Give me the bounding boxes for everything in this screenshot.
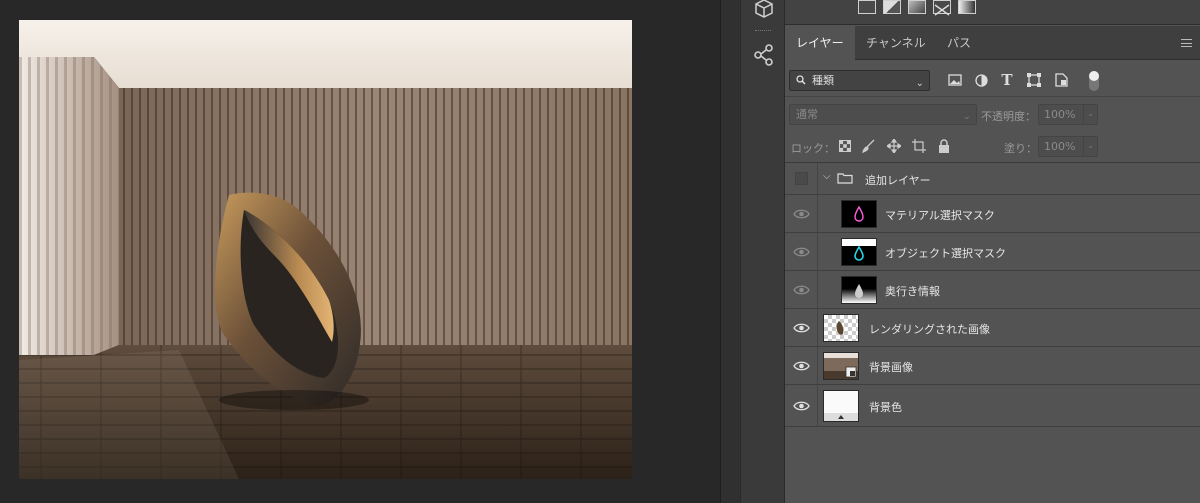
- eye-icon[interactable]: [793, 246, 810, 258]
- layer-row-rendered-image[interactable]: レンダリングされた画像: [785, 309, 1200, 347]
- layer-thumbnail: [823, 390, 859, 422]
- canvas-area: [0, 0, 720, 503]
- layer-row-background-image[interactable]: 背景画像: [785, 347, 1200, 385]
- visibility-column[interactable]: [785, 195, 818, 232]
- share-icon[interactable]: [751, 42, 777, 68]
- lock-label: ロック：: [791, 142, 835, 155]
- layer-name: 追加レイヤー: [865, 174, 931, 187]
- fill-label: 塗り：: [1004, 142, 1037, 155]
- layer-row-material-mask[interactable]: マテリアル選択マスク: [785, 195, 1200, 233]
- lock-image-icon[interactable]: [862, 139, 876, 153]
- adjustments-strip: [785, 0, 1200, 25]
- opacity-field[interactable]: 100% ⌄: [1038, 104, 1098, 125]
- fill-field[interactable]: 100% ⌄: [1038, 136, 1098, 157]
- filter-kind-select[interactable]: 種類 ⌄: [789, 70, 930, 91]
- visibility-column[interactable]: [785, 233, 818, 270]
- image-filter-icon[interactable]: [946, 71, 964, 89]
- folder-icon: [837, 173, 853, 184]
- filter-toggle[interactable]: [1089, 71, 1099, 91]
- layer-name: オブジェクト選択マスク: [885, 247, 1006, 260]
- layer-row-object-mask[interactable]: オブジェクト選択マスク: [785, 233, 1200, 271]
- opacity-label: 不透明度：: [981, 110, 1036, 123]
- chevron-down-icon[interactable]: ⌵: [823, 171, 831, 182]
- layer-thumbnail: [823, 352, 859, 380]
- layer-list: ⌵ 追加レイヤー マテリアル選択マスク オブジェクト選択マスク 奥行き情報 レン…: [785, 163, 1200, 427]
- eye-icon[interactable]: [793, 208, 810, 220]
- blend-mode-select[interactable]: 通常 ⌄: [789, 104, 977, 125]
- filter-kind-value: 種類: [812, 74, 834, 87]
- tab-layers[interactable]: レイヤー: [785, 26, 855, 60]
- lock-row: ロック： 塗り： 100% ⌄: [785, 131, 1200, 163]
- panel-menu-icon[interactable]: [1181, 39, 1192, 47]
- layer-filter-row: 種類 ⌄ T: [785, 61, 1200, 97]
- layer-row-depth[interactable]: 奥行き情報: [785, 271, 1200, 309]
- visibility-empty-box[interactable]: [795, 172, 808, 185]
- photoshop-window: レイヤー チャンネル パス 種類 ⌄ T 通常 ⌄ 不透明度： 100% ⌄ ロ…: [0, 0, 1200, 503]
- layer-thumbnail: [841, 238, 877, 266]
- chevron-down-icon: ⌄: [915, 78, 924, 89]
- adjustment-curves-icon[interactable]: [883, 0, 901, 14]
- eye-icon[interactable]: [793, 360, 810, 372]
- chevron-down-icon[interactable]: ⌄: [1083, 105, 1097, 124]
- search-icon: [796, 75, 806, 85]
- panel-divider[interactable]: [720, 0, 740, 503]
- eye-icon[interactable]: [793, 284, 810, 296]
- visibility-column[interactable]: [785, 347, 818, 384]
- blend-mode-value: 通常: [796, 108, 818, 121]
- layer-name: 背景色: [869, 401, 902, 414]
- adjustment-filter-icon[interactable]: [972, 71, 990, 89]
- collapsed-panel-strip: [740, 0, 785, 503]
- layer-name: 奥行き情報: [885, 285, 940, 298]
- eye-icon[interactable]: [793, 322, 810, 334]
- layer-row-background-color[interactable]: 背景色: [785, 385, 1200, 427]
- fill-value: 100%: [1044, 140, 1076, 153]
- adjustment-gradient-map-icon[interactable]: [958, 0, 976, 14]
- layers-panel: レイヤー チャンネル パス 種類 ⌄ T 通常 ⌄ 不透明度： 100% ⌄ ロ…: [785, 0, 1200, 503]
- adjustment-levels-icon[interactable]: [858, 0, 876, 14]
- chevron-down-icon: ⌄: [962, 111, 971, 122]
- tab-channels[interactable]: チャンネル: [855, 26, 937, 60]
- layer-name: マテリアル選択マスク: [885, 209, 995, 222]
- layer-row-group[interactable]: ⌵ 追加レイヤー: [785, 163, 1200, 195]
- opacity-value: 100%: [1044, 108, 1076, 121]
- rendered-scene: [19, 20, 632, 479]
- panel-tabs: レイヤー チャンネル パス: [785, 26, 1200, 60]
- 3d-cube-icon[interactable]: [751, 0, 777, 22]
- layer-name: 背景画像: [869, 361, 913, 374]
- lock-transparent-icon[interactable]: [838, 139, 852, 153]
- layer-thumbnail: [841, 200, 877, 228]
- document-image[interactable]: [19, 20, 632, 479]
- tab-paths[interactable]: パス: [936, 26, 982, 60]
- shape-filter-icon[interactable]: [1025, 71, 1043, 89]
- layer-thumbnail: [823, 314, 859, 342]
- layer-name: レンダリングされた画像: [869, 323, 990, 336]
- eye-icon[interactable]: [793, 400, 810, 412]
- lock-position-icon[interactable]: [887, 139, 901, 153]
- adjustment-exposure-icon[interactable]: [908, 0, 926, 14]
- panel-grip[interactable]: [755, 30, 771, 33]
- visibility-column[interactable]: [785, 309, 818, 346]
- visibility-column[interactable]: [785, 385, 818, 426]
- lock-all-icon[interactable]: [937, 139, 951, 153]
- chevron-down-icon[interactable]: ⌄: [1083, 137, 1097, 156]
- type-filter-icon[interactable]: T: [998, 71, 1016, 89]
- lock-artboard-icon[interactable]: [912, 139, 926, 153]
- smart-object-filter-icon[interactable]: [1052, 71, 1070, 89]
- layer-thumbnail: [841, 276, 877, 304]
- adjustment-channel-mixer-icon[interactable]: [933, 0, 951, 16]
- blend-row: 通常 ⌄ 不透明度： 100% ⌄: [785, 97, 1200, 131]
- visibility-column[interactable]: [785, 163, 818, 194]
- visibility-column[interactable]: [785, 271, 818, 308]
